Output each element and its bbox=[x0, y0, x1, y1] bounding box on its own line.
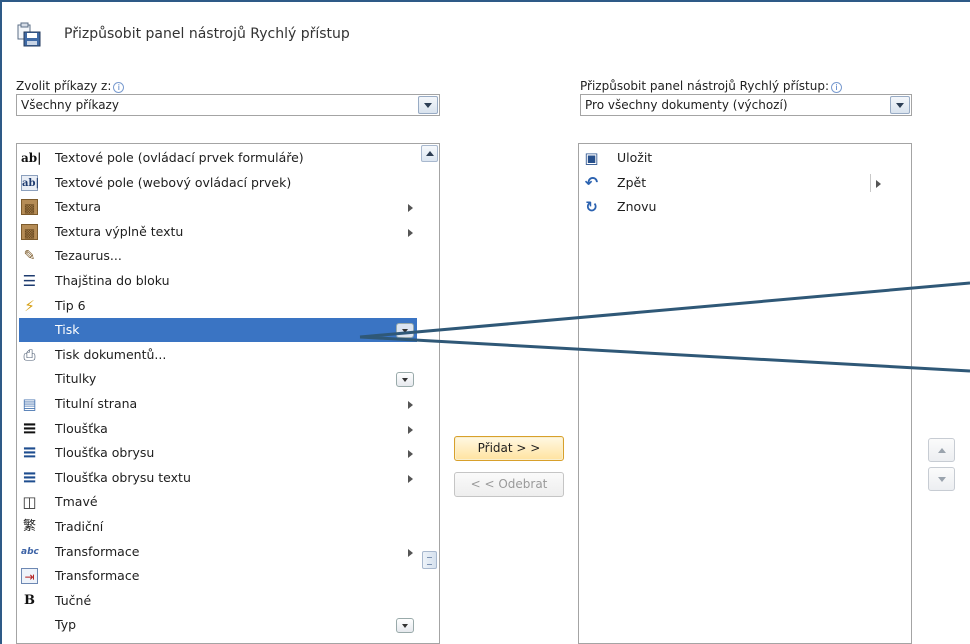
split-separator bbox=[870, 173, 871, 192]
commands-list-scrollbar[interactable] bbox=[421, 145, 438, 642]
print-document-icon: ⎙ bbox=[23, 345, 36, 364]
command-item[interactable]: ab| Textové pole (ovládací prvek formulář… bbox=[19, 146, 417, 170]
text-outline-weight-icon: ≡ bbox=[21, 466, 38, 488]
submenu-arrow-icon bbox=[408, 548, 413, 557]
customize-toolbar-value: Pro všechny dokumenty (výchozí) bbox=[585, 98, 788, 112]
texture-fill-icon: ▩ bbox=[21, 223, 38, 240]
command-item[interactable]: Titulky bbox=[19, 367, 417, 391]
save-icon: ▣ bbox=[584, 149, 599, 167]
command-item-label: Tisk bbox=[55, 322, 80, 338]
transform-box-icon: ⇥ bbox=[21, 568, 38, 585]
command-item[interactable]: ▤ Titulní strana bbox=[19, 392, 417, 416]
command-item-label: Tezaurus... bbox=[55, 248, 122, 264]
command-item[interactable]: ⎙ Tisk dokumentů... bbox=[19, 343, 417, 367]
command-item-label: Textura bbox=[55, 199, 102, 215]
bold-icon: B bbox=[24, 592, 35, 608]
undo-icon: ↶ bbox=[584, 172, 599, 192]
command-item-label: Tisk dokumentů... bbox=[55, 346, 167, 362]
thesaurus-icon: ✎ bbox=[23, 248, 36, 265]
dropdown-icon bbox=[396, 372, 414, 388]
toolbar-item[interactable]: ↶ Zpět bbox=[581, 171, 895, 195]
dropdown-icon bbox=[396, 323, 414, 339]
toolbar-commands-list[interactable]: ▣ Uložit ↶ Zpět ↻ Znovu bbox=[578, 143, 912, 644]
command-item[interactable]: ▩ Textura bbox=[19, 195, 417, 219]
submenu-arrow-icon bbox=[408, 228, 413, 237]
command-item[interactable]: B Tučné bbox=[19, 589, 417, 613]
command-item-label: Textura výplně textu bbox=[55, 223, 184, 239]
command-item[interactable]: abc Transformace bbox=[19, 540, 417, 564]
submenu-arrow-icon bbox=[408, 474, 413, 483]
command-item[interactable]: ◫ Tmavé bbox=[19, 490, 417, 514]
dark-3d-icon: ◫ bbox=[22, 493, 37, 512]
commands-list[interactable]: ab| Textové pole (ovládací prvek formulář… bbox=[16, 143, 440, 644]
command-item[interactable]: Typ bbox=[19, 613, 417, 637]
chevron-down-icon[interactable] bbox=[418, 96, 438, 114]
redo-icon: ↻ bbox=[585, 198, 598, 217]
move-up-button[interactable] bbox=[928, 438, 955, 462]
command-item-label: Tloušťka obrysu textu bbox=[55, 469, 191, 485]
command-item-label: Titulky bbox=[55, 371, 97, 387]
submenu-arrow-icon bbox=[408, 425, 413, 434]
command-item[interactable]: ≡ Tloušťka obrysu bbox=[19, 441, 417, 465]
title-page-icon: ▤ bbox=[22, 395, 37, 413]
command-item[interactable]: ✎ Tezaurus... bbox=[19, 244, 417, 268]
toolbar-item[interactable]: ↻ Znovu bbox=[581, 195, 895, 219]
command-item[interactable]: ab| Textové pole (webový ovládací prvek) bbox=[19, 171, 417, 195]
customize-toolbar-label: Přizpůsobit panel nástrojů Rychlý přístu… bbox=[580, 79, 843, 93]
traditional-chinese-icon: 繁 bbox=[22, 519, 36, 534]
command-item-label: Typ bbox=[55, 617, 77, 633]
outline-weight-icon: ≡ bbox=[21, 442, 38, 464]
command-item[interactable]: ☰ Thajština do bloku bbox=[19, 269, 417, 293]
chevron-down-icon[interactable] bbox=[890, 96, 910, 114]
choose-commands-value: Všechny příkazy bbox=[21, 98, 119, 112]
command-item-label: Tučné bbox=[55, 592, 92, 608]
text-field-control-icon: ab| bbox=[21, 151, 42, 165]
choose-commands-label: Zvolit příkazy z: i bbox=[16, 79, 125, 93]
command-item[interactable]: ≡ Tloušťka bbox=[19, 417, 417, 441]
lightning-icon: ⚡ bbox=[24, 296, 35, 315]
command-item[interactable]: 繁 Tradiční bbox=[19, 515, 417, 539]
submenu-arrow-icon bbox=[408, 401, 413, 409]
command-item-label: Tloušťka bbox=[55, 420, 108, 436]
thai-distribute-icon: ☰ bbox=[22, 272, 37, 290]
command-item-label: Transformace bbox=[55, 543, 140, 559]
scroll-thumb[interactable] bbox=[422, 551, 437, 569]
command-item-label: Textové pole (webový ovládací prvek) bbox=[55, 174, 292, 190]
command-item-label: Transformace bbox=[55, 568, 140, 584]
dropdown-icon bbox=[396, 618, 414, 634]
dialog-title: Přizpůsobit panel nástrojů Rychlý přístu… bbox=[64, 26, 350, 42]
command-item-label: Tip 6 bbox=[55, 297, 86, 313]
command-item-label: Titulní strana bbox=[55, 396, 138, 411]
remove-button[interactable]: < < Odebrat bbox=[454, 472, 564, 497]
toolbar-item-label: Znovu bbox=[617, 199, 657, 215]
move-down-button[interactable] bbox=[928, 467, 955, 491]
customize-toolbar-combo[interactable]: Pro všechny dokumenty (výchozí) bbox=[580, 94, 912, 116]
submenu-arrow-icon bbox=[876, 179, 881, 188]
command-item-label: Tmavé bbox=[55, 494, 98, 510]
line-weight-icon: ≡ bbox=[21, 417, 38, 439]
text-field-web-icon: ab| bbox=[21, 174, 39, 191]
command-item[interactable]: ▩ Textura výplně textu bbox=[19, 220, 417, 244]
command-item[interactable]: ⚡ Tip 6 bbox=[19, 294, 417, 318]
info-icon: i bbox=[113, 82, 125, 93]
toolbar-item-label: Uložit bbox=[617, 150, 653, 165]
info-icon: i bbox=[831, 82, 843, 93]
command-item[interactable]: Tisk bbox=[19, 318, 417, 343]
texture-icon: ▩ bbox=[21, 199, 38, 216]
command-item-label: Tloušťka obrysu bbox=[55, 445, 155, 461]
command-item[interactable]: ≡ Tloušťka obrysu textu bbox=[19, 466, 417, 490]
command-item-label: Thajština do bloku bbox=[55, 273, 170, 288]
toolbar-item[interactable]: ▣ Uložit bbox=[581, 146, 895, 170]
submenu-arrow-icon bbox=[408, 450, 413, 459]
toolbar-item-label: Zpět bbox=[617, 174, 647, 190]
add-button[interactable]: Přidat > > bbox=[454, 436, 564, 461]
command-item[interactable]: ⇥ Transformace bbox=[19, 564, 417, 588]
command-item-label: Tradiční bbox=[55, 519, 104, 534]
choose-commands-combo[interactable]: Všechny příkazy bbox=[16, 94, 440, 116]
scroll-up-button[interactable] bbox=[421, 145, 438, 162]
command-item-label: Textové pole (ovládací prvek formuláře) bbox=[55, 150, 304, 165]
transform-icon: abc bbox=[21, 546, 39, 557]
submenu-arrow-icon bbox=[408, 204, 413, 213]
quick-access-toolbar-icon bbox=[16, 22, 44, 48]
